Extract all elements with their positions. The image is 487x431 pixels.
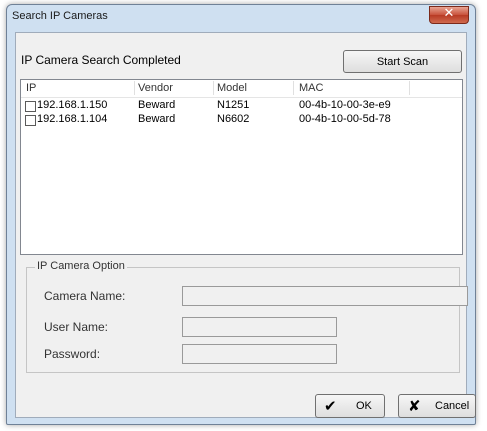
ok-label: OK <box>356 400 372 412</box>
user-name-label: User Name: <box>44 320 109 334</box>
list-header: IP Vendor Model MAC <box>21 80 462 98</box>
camera-name-label: Camera Name: <box>44 289 126 303</box>
cancel-button[interactable]: ✘ Cancel <box>398 394 476 418</box>
row-checkbox[interactable] <box>25 115 36 126</box>
column-header-ip[interactable]: IP <box>26 82 36 94</box>
table-row[interactable]: 192.168.1.150 Beward N1251 00-4b-10-00-3… <box>21 99 462 113</box>
close-button[interactable]: ✕ <box>429 6 469 24</box>
column-divider[interactable] <box>293 81 294 95</box>
cell-ip: 192.168.1.104 <box>37 113 108 125</box>
cell-mac: 00-4b-10-00-3e-e9 <box>299 99 391 111</box>
cell-ip: 192.168.1.150 <box>37 99 108 111</box>
dialog-body: IP Camera Search Completed Start Scan IP… <box>15 32 476 418</box>
camera-name-field[interactable] <box>182 286 468 306</box>
close-icon: ✕ <box>443 6 455 21</box>
start-scan-button[interactable]: Start Scan <box>343 50 462 73</box>
cell-vendor: Beward <box>138 99 176 111</box>
cell-vendor: Beward <box>138 113 176 125</box>
table-row[interactable]: 192.168.1.104 Beward N6602 00-4b-10-00-5… <box>21 113 462 127</box>
cell-model: N1251 <box>217 99 250 111</box>
column-header-vendor[interactable]: Vendor <box>138 82 173 94</box>
cancel-label: Cancel <box>435 400 470 412</box>
column-divider[interactable] <box>134 81 135 95</box>
ok-button[interactable]: ✔ OK <box>315 394 385 418</box>
password-field[interactable] <box>182 344 337 364</box>
row-checkbox[interactable] <box>25 101 36 112</box>
start-scan-label: Start Scan <box>376 55 429 68</box>
column-header-mac[interactable]: MAC <box>299 82 323 94</box>
user-name-field[interactable] <box>182 317 337 337</box>
cell-mac: 00-4b-10-00-5d-78 <box>299 113 391 125</box>
x-mark-icon: ✘ <box>408 397 421 415</box>
title-bar[interactable]: Search IP Cameras ✕ <box>7 5 475 33</box>
search-status-text: IP Camera Search Completed <box>21 53 181 67</box>
checkmark-icon: ✔ <box>324 397 337 415</box>
column-divider[interactable] <box>213 81 214 95</box>
window-title: Search IP Cameras <box>12 10 108 22</box>
camera-list[interactable]: IP Vendor Model MAC 192.168.1.150 Beward… <box>20 79 463 255</box>
column-header-model[interactable]: Model <box>217 82 247 94</box>
password-label: Password: <box>44 347 101 361</box>
group-legend: IP Camera Option <box>35 260 127 272</box>
column-divider[interactable] <box>409 81 410 95</box>
cell-model: N6602 <box>217 113 250 125</box>
search-ip-cameras-dialog: Search IP Cameras ✕ IP Camera Search Com… <box>6 4 476 425</box>
